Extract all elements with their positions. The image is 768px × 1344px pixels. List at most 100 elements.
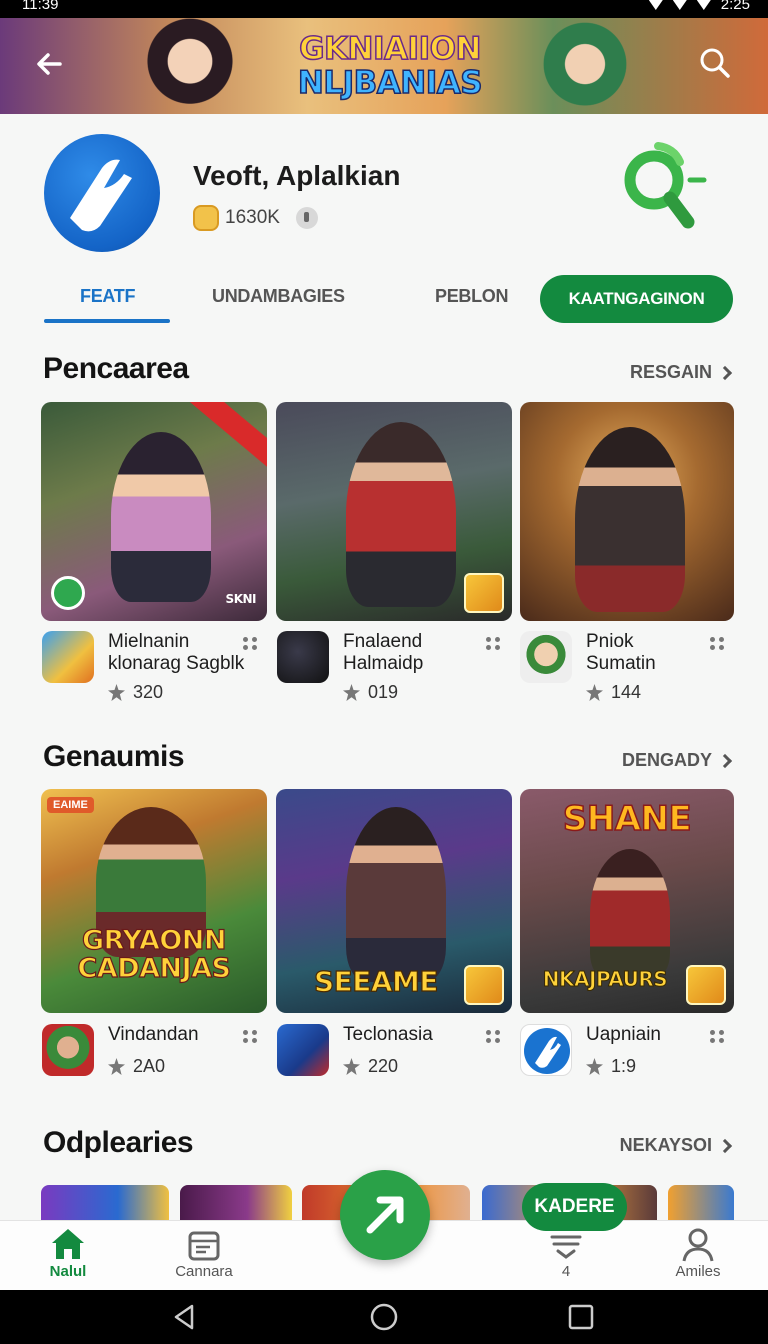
status-right-time: 2:25 <box>720 0 750 13</box>
more-options-icon[interactable] <box>486 1030 502 1044</box>
back-button[interactable] <box>30 44 70 84</box>
nav-item-inbox[interactable]: 4 <box>521 1221 611 1291</box>
banner-logo-line1: GKNIAIION <box>298 31 482 67</box>
status-bar: 11:39 2:25 <box>0 0 768 18</box>
character-art <box>111 432 211 602</box>
item-name-line2: Halmaidp <box>343 653 424 674</box>
list-item[interactable]: Fnalaend Halmaidp 019 <box>277 631 503 703</box>
rating-value: 019 <box>368 682 399 702</box>
tab-featf[interactable]: FEATF <box>80 286 135 307</box>
item-rating: 220 <box>343 1056 398 1077</box>
chevron-right-icon <box>717 753 733 768</box>
game-emblem-icon <box>464 965 504 1005</box>
nav-item-home[interactable]: Nalul <box>23 1221 113 1291</box>
section-title-pencaarea: Pencaarea <box>43 352 189 385</box>
banner-character-right <box>520 18 650 114</box>
more-options-icon[interactable] <box>710 1030 726 1044</box>
chevron-right-icon <box>717 365 733 380</box>
rating-value: 220 <box>368 1056 399 1076</box>
app-thumbnail <box>520 631 572 683</box>
app-thumbnail <box>520 1024 572 1076</box>
nav-item-cannara[interactable]: Cannara <box>159 1221 249 1291</box>
list-item[interactable]: Pniok Sumatin 144 <box>520 631 734 702</box>
share-fab-button[interactable] <box>340 1170 430 1260</box>
item-rating: 2A0 <box>108 1056 165 1077</box>
game-emblem-icon <box>464 573 504 613</box>
item-rating: 320 <box>108 682 163 703</box>
star-icon <box>586 1058 603 1075</box>
item-name: Pniok Sumatin <box>586 631 656 675</box>
star-icon <box>343 1058 360 1075</box>
folder-icon <box>188 1231 220 1261</box>
section-more-label: NEKAYSOI <box>619 1135 712 1155</box>
list-item[interactable]: Vindandan 2A0 <box>42 1024 268 1080</box>
more-options-icon[interactable] <box>243 637 259 651</box>
status-time: 11:39 <box>22 0 59 13</box>
character-art <box>346 807 446 982</box>
search-button[interactable] <box>694 42 736 84</box>
item-rating: 019 <box>343 682 398 703</box>
list-item[interactable]: Teclonasia 220 <box>277 1024 503 1080</box>
game-card[interactable]: SKNI <box>41 402 267 621</box>
game-card[interactable] <box>276 402 512 621</box>
game-card[interactable] <box>520 402 734 621</box>
app-thumbnail <box>277 631 329 683</box>
item-name-line1: Pniok <box>586 631 634 652</box>
section-more-dengady[interactable]: DENGADY <box>622 750 733 771</box>
person-icon <box>682 1228 714 1262</box>
preview-card[interactable] <box>41 1185 169 1221</box>
item-name: Mielnanin klonarag Sagblk <box>108 631 244 675</box>
tab-peblon[interactable]: PEBLON <box>435 286 509 307</box>
tab-undambagies[interactable]: UNDAMBAGIES <box>212 286 345 307</box>
card-title-text: SHANE <box>562 798 692 840</box>
app-thumbnail <box>42 631 94 683</box>
chevron-right-icon <box>717 1138 733 1153</box>
item-name-line1: Mielnanin <box>108 631 190 652</box>
recents-square-icon[interactable] <box>566 1302 596 1332</box>
search-icon <box>700 48 730 78</box>
more-options-icon[interactable] <box>486 637 502 651</box>
tab-kaatngaginon[interactable]: KAATNGAGINON <box>540 275 733 323</box>
arrow-up-right-icon <box>366 1196 404 1234</box>
list-item[interactable]: Mielnanin klonarag Sagblk 320 <box>42 631 268 703</box>
category-tabs: FEATF UNDAMBAGIES PEBLON KAATNGAGINON <box>0 272 768 328</box>
preview-card[interactable] <box>668 1185 734 1221</box>
preview-card[interactable] <box>180 1185 292 1221</box>
more-options-icon[interactable] <box>243 1030 259 1044</box>
card-label: SKNI <box>225 592 257 606</box>
app-logo-icon <box>524 1028 570 1074</box>
app-meta: 1630K <box>193 205 318 231</box>
back-triangle-icon[interactable] <box>170 1302 200 1332</box>
game-card[interactable]: SHANE NKAJPAURS <box>520 789 734 1013</box>
star-icon <box>108 1058 125 1075</box>
star-icon <box>108 684 125 701</box>
item-name: Teclonasia <box>343 1024 433 1045</box>
game-emblem-icon <box>686 965 726 1005</box>
section-more-resgain[interactable]: RESGAIN <box>630 362 733 383</box>
inbox-icon <box>550 1235 582 1259</box>
nav-label: Amiles <box>675 1263 721 1280</box>
more-options-icon[interactable] <box>710 637 726 651</box>
section-title-odplearies: Odplearies <box>43 1126 194 1159</box>
wifi-icon <box>648 0 663 10</box>
card-title-text: SEEAME <box>313 964 439 998</box>
banner-logo-line2: NLJBANIAS <box>297 65 483 101</box>
character-art <box>346 422 456 607</box>
info-icon[interactable] <box>295 207 318 229</box>
rating-value: 144 <box>611 682 642 702</box>
home-icon <box>52 1229 84 1259</box>
kadere-button[interactable]: KADERE <box>522 1183 627 1231</box>
item-rating: 1:9 <box>586 1056 636 1077</box>
game-card[interactable]: EAIME GRYAONN CADANJAS <box>41 789 267 1013</box>
section-title-genaumis: Genaumis <box>43 740 185 773</box>
nav-item-amiles[interactable]: Amiles <box>653 1221 743 1291</box>
game-card[interactable]: SEEAME <box>276 789 512 1013</box>
app-thumbnail <box>42 1024 94 1076</box>
card-tag: EAIME <box>47 797 94 813</box>
home-circle-icon[interactable] <box>369 1302 399 1332</box>
list-item[interactable]: Uapniain 1:9 <box>520 1024 734 1080</box>
character-art <box>590 849 670 979</box>
hero-banner: GKNIAIION NLJBANIAS <box>0 18 768 114</box>
coin-icon <box>193 205 219 231</box>
section-more-nekaysoi[interactable]: NEKAYSOI <box>619 1135 733 1156</box>
